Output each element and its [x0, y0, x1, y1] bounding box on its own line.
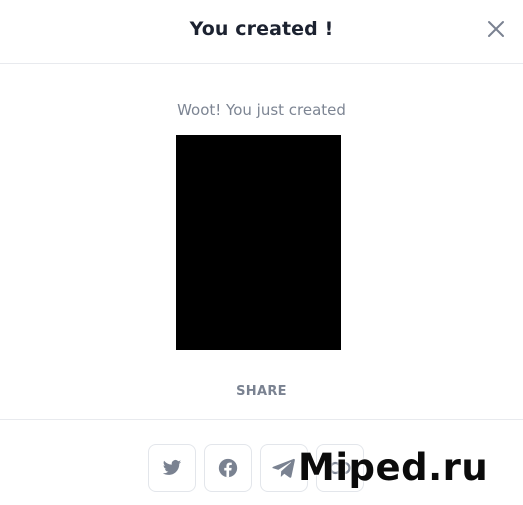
created-image-preview	[176, 135, 341, 350]
share-telegram-button[interactable]	[260, 444, 308, 492]
share-twitter-button[interactable]	[148, 444, 196, 492]
copy-link-button[interactable]	[316, 444, 364, 492]
modal-title: You created !	[189, 18, 334, 40]
twitter-icon	[162, 460, 182, 475]
close-icon	[488, 21, 504, 37]
telegram-icon	[272, 458, 295, 478]
facebook-icon	[218, 458, 238, 478]
divider	[0, 419, 523, 420]
link-icon	[329, 461, 351, 475]
share-modal: You created ! Woot! You just created SHA…	[0, 0, 523, 505]
close-button[interactable]	[486, 19, 506, 39]
share-buttons	[148, 444, 364, 494]
share-label: SHARE	[236, 384, 287, 399]
modal-subtitle: Woot! You just created	[177, 101, 346, 119]
modal-header: You created !	[0, 0, 523, 64]
share-facebook-button[interactable]	[204, 444, 252, 492]
